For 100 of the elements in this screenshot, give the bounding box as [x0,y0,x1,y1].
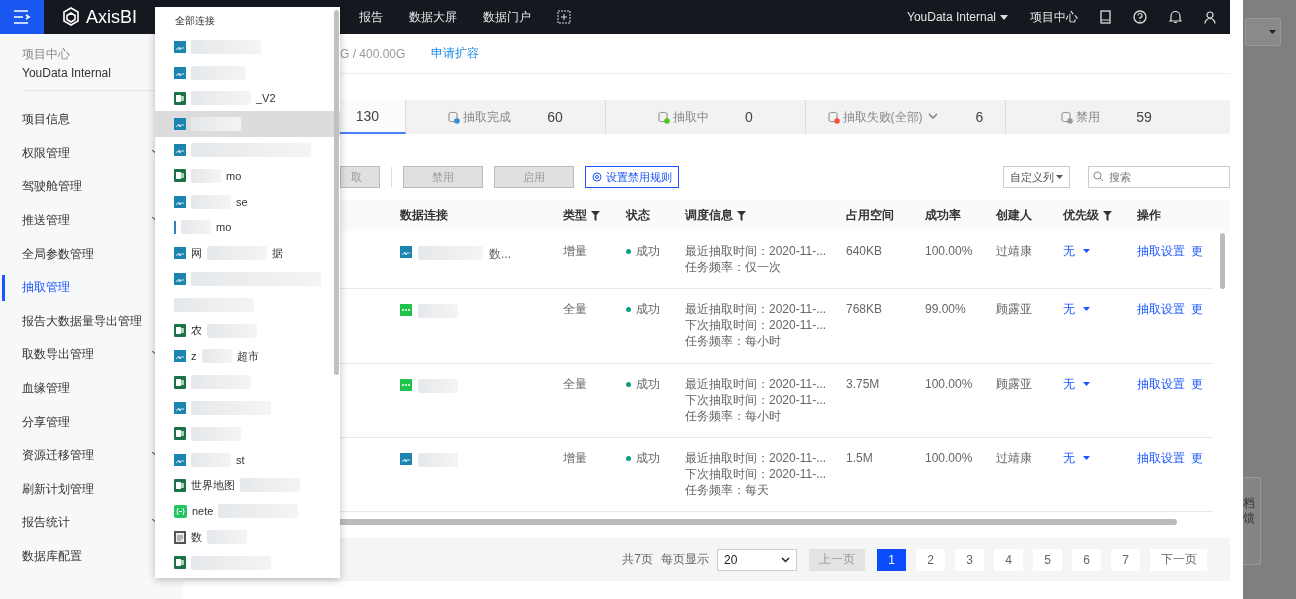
status-tab[interactable]: 抽取失败(全部) 6 [806,100,1006,134]
status-tab[interactable]: 抽取中 0 [606,100,806,134]
table-cell: 100.00% [925,244,973,258]
table-cell: 全量 [563,302,587,316]
table-cell: 100.00% [925,451,973,465]
bell-icon[interactable] [1169,10,1182,24]
disable-rule-button[interactable]: 设置禁用规则 [585,166,679,188]
vertical-scrollbar[interactable] [1220,233,1225,289]
status-tab[interactable]: 抽取完成 60 [406,100,606,134]
spreadsheet-icon [174,169,186,183]
user-icon[interactable] [1204,10,1216,24]
page-button[interactable]: 6 [1072,548,1101,571]
sidebar-title: 项目中心 [22,46,71,63]
schedule-line: 任务频率：每小时 [685,333,782,349]
priority-dropdown[interactable]: 无 [1063,450,1127,466]
priority-dropdown[interactable]: 无 [1063,243,1127,259]
menu-icon [13,10,31,24]
database-status-icon [1061,110,1074,124]
action-link[interactable]: 抽取设置 [1137,301,1185,317]
blurred-text [418,379,458,393]
tab-label: 抽取失败(全部) [842,108,923,126]
schedule-line: 下次抽取时间：2020-11-... [685,392,828,408]
blurred-text [191,194,231,209]
blurred-text [207,530,247,545]
tablet-icon[interactable] [1100,10,1111,24]
priority-dropdown[interactable]: 无 [1063,376,1127,392]
tab-count: 6 [975,109,984,125]
status-text: 成功 [636,301,660,317]
page-button[interactable]: 4 [994,548,1023,571]
database-icon [174,402,186,415]
blurred-text [418,453,458,467]
action-link[interactable]: 抽取设置 [1137,243,1185,259]
spreadsheet-icon [174,478,186,492]
menu-scrollbar[interactable] [334,10,339,375]
project-center-link[interactable]: 项目中心 [1030,8,1078,26]
menu-button[interactable] [0,0,44,34]
caret-icon [1083,307,1090,311]
connection-option[interactable]: 网 据 [155,240,340,267]
column-header: 占用空间 [846,207,894,224]
table-cell: 全量 [563,377,587,391]
nav-link[interactable]: 报告 [359,8,383,26]
gear-icon [592,172,602,182]
document-icon [174,530,186,544]
page-button[interactable]: 1 [877,548,906,571]
action-link[interactable]: 更 [1191,376,1203,392]
table-cell: 768KB [846,302,883,316]
priority-dropdown[interactable]: 无 [1063,301,1127,317]
expand-storage-link[interactable]: 申请扩容 [431,45,480,62]
table-cell: 过靖康 [996,244,1032,258]
schedule-line: 任务频率：每天 [685,482,770,498]
nav-link[interactable]: 数据大屏 [409,8,457,26]
blurred-text [191,375,251,390]
action-link[interactable]: 抽取设置 [1137,376,1185,392]
nav-link[interactable]: 数据门户 [483,8,531,26]
filter-icon[interactable] [737,210,746,221]
database-icon [174,195,186,208]
status-dot [626,455,631,461]
page-button[interactable]: 5 [1033,548,1062,571]
status-text: 成功 [636,376,660,392]
menu-header: 全部连接 [175,13,215,28]
connection-option[interactable]: _V2 [155,85,340,112]
csv-file-icon [400,379,412,391]
custom-columns-button[interactable]: 自定义列 [1003,166,1070,188]
feedback-tab[interactable]: 档 馈 [1243,477,1261,565]
database-icon [400,453,412,465]
action-link[interactable]: 更 [1191,243,1203,259]
brand-name: AxisBI [86,6,137,28]
connection-option[interactable] [155,111,340,138]
table-cell: 顾露亚 [996,302,1032,316]
status-tab[interactable]: 禁用 59 [1006,100,1207,134]
workspace-switcher[interactable]: YouData Internal [907,10,1008,24]
sidebar-item[interactable]: 抽取管理 [4,270,183,305]
page-button[interactable]: 2 [916,548,945,571]
column-header: 创建人 [996,207,1032,224]
table-cell: 顾露亚 [996,377,1032,391]
caret-icon [1083,249,1090,253]
page-button[interactable]: 3 [955,548,984,571]
blurred-text [191,426,241,441]
search-icon [1093,171,1104,182]
spreadsheet-icon [174,375,186,389]
help-icon[interactable] [1133,10,1147,24]
connection-option[interactable]: 世界地图 [155,472,340,499]
filter-icon[interactable] [1103,210,1112,221]
caret-icon [1083,382,1090,386]
filter-icon[interactable] [591,210,600,221]
tab-count: 130 [355,108,379,124]
action-link[interactable]: 更 [1191,450,1203,466]
page-count: 共7页 [622,551,653,568]
column-header: 调度信息 [685,207,733,224]
table-cell: 增量 [563,244,587,258]
next-page-button[interactable]: 下一页 [1150,548,1207,571]
column-header: 成功率 [925,207,961,224]
add-icon[interactable] [557,10,571,24]
chevron-icon [781,556,790,563]
action-link[interactable]: 抽取设置 [1137,450,1185,466]
search-field[interactable]: 搜索 [1088,166,1230,188]
page-size-select[interactable]: 20 [717,548,797,571]
page-button[interactable]: 7 [1111,548,1140,571]
action-link[interactable]: 更 [1191,301,1203,317]
blurred-text [191,117,241,132]
